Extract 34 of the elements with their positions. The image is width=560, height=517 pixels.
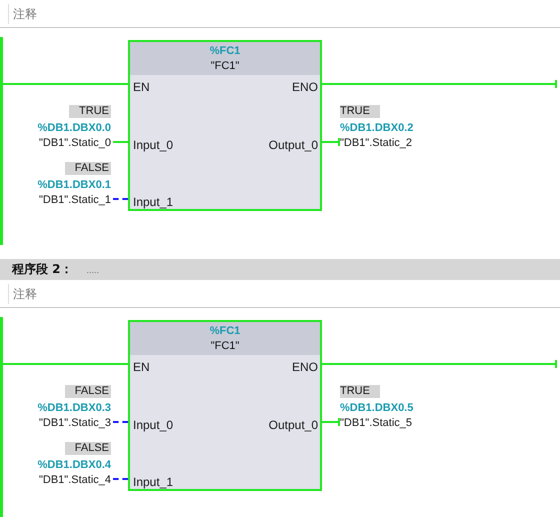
operand-address: %DB1.DBX0.4 [38, 458, 111, 473]
block-address: %FC1 [210, 325, 240, 337]
operand-symbol: "DB1".Static_2 [340, 136, 412, 151]
block-address: %FC1 [210, 45, 240, 57]
value-tag: TRUE [340, 105, 380, 118]
value-tag: FALSE [64, 385, 111, 398]
block-name: "FC1" [210, 340, 240, 352]
block-name: "FC1" [210, 60, 240, 72]
operand-address: %DB1.DBX0.2 [340, 121, 414, 136]
network-title: 程序段 2： [12, 261, 73, 278]
pin-label: ENO [292, 80, 318, 94]
operand-symbol: "DB1".Static_4 [38, 473, 111, 488]
value-tag: TRUE [69, 105, 111, 118]
operand-address: %DB1.DBX0.1 [38, 178, 111, 193]
pin-label: Input_0 [133, 418, 174, 432]
pin-label: Output_0 [268, 138, 318, 152]
pin-label: EN [133, 80, 150, 94]
operand-symbol: "DB1".Static_3 [38, 416, 111, 431]
pin-label: ENO [292, 360, 318, 374]
pin-label: Input_0 [133, 138, 174, 152]
value-tag: TRUE [340, 385, 380, 398]
operand-symbol: "DB1".Static_1 [38, 193, 111, 208]
pin-label: Output_0 [268, 418, 318, 432]
operand-address: %DB1.DBX0.0 [38, 121, 111, 136]
pin-label: EN [133, 360, 150, 374]
operand-symbol: "DB1".Static_0 [38, 136, 111, 151]
operand-address: %DB1.DBX0.3 [38, 401, 111, 416]
operand-symbol: "DB1".Static_5 [340, 416, 412, 431]
pin-label: Input_1 [133, 195, 174, 209]
pin-label: Input_1 [133, 475, 174, 489]
value-tag: FALSE [64, 162, 111, 175]
value-tag: FALSE [64, 442, 111, 455]
network-text: ..... [86, 264, 100, 274]
operand-address: %DB1.DBX0.5 [340, 401, 414, 416]
